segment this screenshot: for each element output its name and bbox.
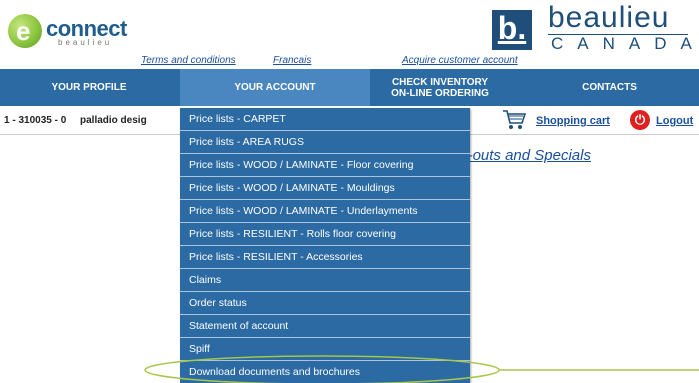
nav-inventory-line1: CHECK INVENTORY [391,76,489,88]
menu-item-price-carpet[interactable]: Price lists - CARPET [180,108,470,131]
menu-item-order-status[interactable]: Order status [180,292,470,315]
nav-your-account[interactable]: YOUR ACCOUNT [180,69,370,106]
nav-inventory-line2: ON-LINE ORDERING [391,87,489,99]
french-link[interactable]: Francais [273,55,311,66]
terms-link[interactable]: Terms and conditions [141,55,236,66]
your-account-dropdown: Price lists - CARPET Price lists - AREA … [180,108,470,383]
menu-item-price-wood-underlay[interactable]: Price lists - WOOD / LAMINATE - Underlay… [180,200,470,223]
menu-item-download-docs[interactable]: Download documents and brochures [180,361,470,383]
nav-contacts[interactable]: CONTACTS [520,69,699,106]
menu-item-claims[interactable]: Claims [180,269,470,292]
econnect-sub: beaulieu [58,38,113,47]
menu-item-statement[interactable]: Statement of account [180,315,470,338]
shopping-cart-link[interactable]: Shopping cart [536,115,610,127]
menu-item-spiff[interactable]: Spiff [180,338,470,361]
beaulieu-b-icon: b. [492,10,532,50]
nav-check-inventory[interactable]: CHECK INVENTORY ON-LINE ORDERING [370,69,510,106]
menu-item-price-wood-floor[interactable]: Price lists - WOOD / LAMINATE - Floor co… [180,154,470,177]
shopping-cart-icon[interactable] [502,109,526,131]
beaulieu-brand: beaulieu [548,1,670,34]
main-nav: YOUR PROFILE YOUR ACCOUNT CHECK INVENTOR… [0,69,699,106]
menu-item-price-area-rugs[interactable]: Price lists - AREA RUGS [180,131,470,154]
beaulieu-sub: CANADA [551,34,699,53]
menu-item-price-resilient-rolls[interactable]: Price lists - RESILIENT - Rolls floor co… [180,223,470,246]
logout-link[interactable]: Logout [656,115,693,127]
menu-item-price-resilient-acc[interactable]: Price lists - RESILIENT - Accessories [180,246,470,269]
header: e connect beaulieu Terms and conditions … [0,0,699,68]
acquire-account-link[interactable]: Acquire customer account [402,55,518,66]
nav-your-profile[interactable]: YOUR PROFILE [0,69,178,106]
account-number: 1 - 310035 - 0 [4,115,67,126]
econnect-logo-icon[interactable]: e [8,14,42,48]
menu-item-price-wood-mouldings[interactable]: Price lists - WOOD / LAMINATE - Moulding… [180,177,470,200]
power-icon[interactable]: ⏻ [630,110,650,130]
account-name: palladio desig [80,115,147,126]
